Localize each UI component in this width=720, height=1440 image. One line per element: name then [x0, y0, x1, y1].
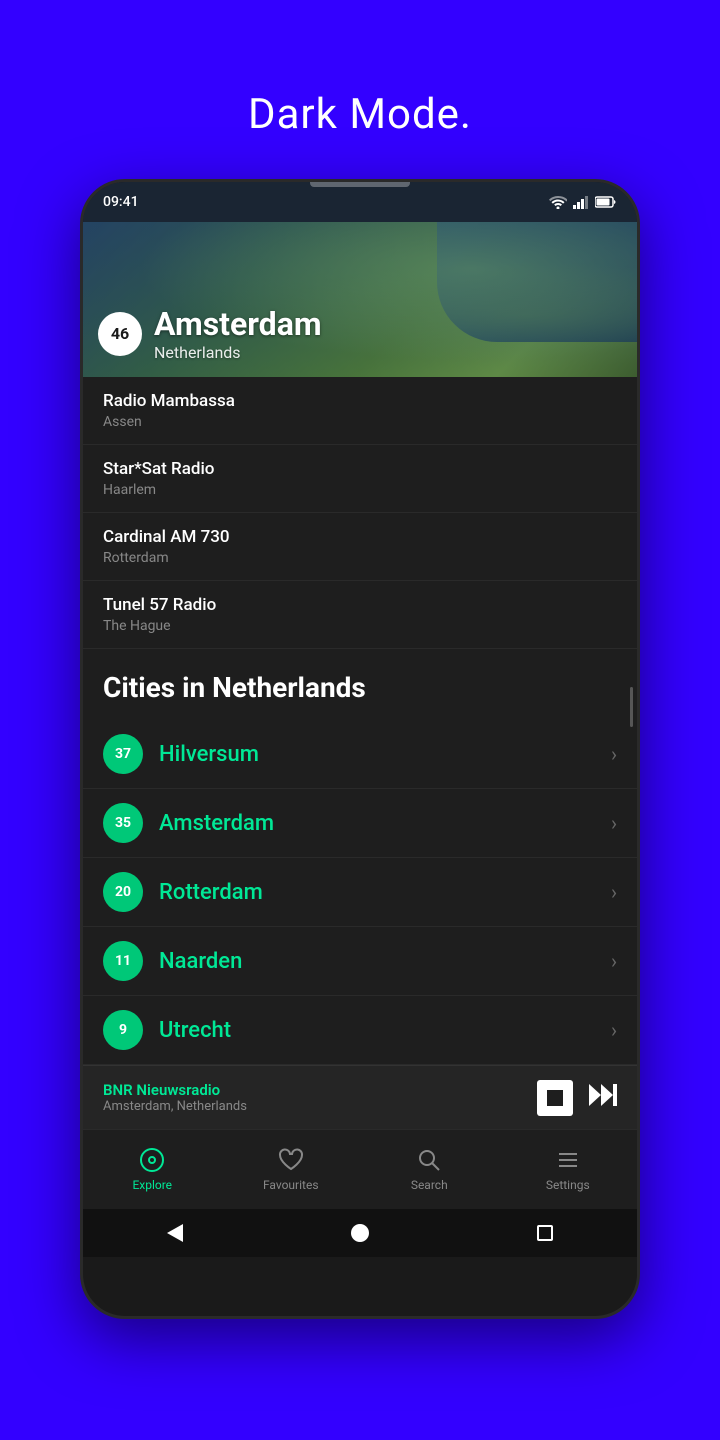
radio-city: The Hague — [103, 618, 617, 634]
now-playing-bar[interactable]: BNR Nieuwsradio Amsterdam, Netherlands — [83, 1065, 637, 1129]
back-button[interactable] — [167, 1224, 183, 1242]
city-count-badge: 11 — [103, 941, 143, 981]
city-name: Naarden — [159, 949, 611, 974]
city-name: Amsterdam — [159, 811, 611, 836]
city-item-amsterdam[interactable]: 35 Amsterdam › — [83, 789, 637, 858]
radio-city: Assen — [103, 414, 617, 430]
bottom-nav: Explore Favourites Search — [83, 1129, 637, 1209]
cities-section-title: Cities in Netherlands — [83, 649, 637, 720]
city-name: Utrecht — [159, 1018, 611, 1043]
radio-item-mambassa[interactable]: Radio Mambassa Assen — [83, 377, 637, 445]
city-name: Rotterdam — [159, 880, 611, 905]
chevron-right-icon: › — [611, 880, 617, 904]
now-playing-location: Amsterdam, Netherlands — [103, 1099, 537, 1114]
radio-name: Radio Mambassa — [103, 391, 617, 411]
radio-item-cardinal[interactable]: Cardinal AM 730 Rotterdam — [83, 513, 637, 581]
chevron-right-icon: › — [611, 1018, 617, 1042]
now-playing-name: BNR Nieuwsradio — [103, 1081, 537, 1099]
favourites-label: Favourites — [263, 1178, 319, 1192]
recents-button[interactable] — [537, 1225, 553, 1241]
radio-item-starsat[interactable]: Star*Sat Radio Haarlem — [83, 445, 637, 513]
nav-settings[interactable]: Settings — [499, 1147, 638, 1192]
radio-name: Cardinal AM 730 — [103, 527, 617, 547]
city-item-hilversum[interactable]: 37 Hilversum › — [83, 720, 637, 789]
skip-forward-icon[interactable] — [589, 1084, 617, 1112]
nav-explore[interactable]: Explore — [83, 1147, 222, 1192]
search-icon — [416, 1147, 442, 1173]
city-count-badge: 35 — [103, 803, 143, 843]
header-map: 46 Amsterdam Netherlands — [83, 222, 637, 377]
status-time: 09:41 — [103, 194, 139, 210]
status-icons — [549, 195, 617, 209]
header-country: Netherlands — [154, 343, 322, 362]
stop-button[interactable] — [537, 1080, 573, 1116]
radio-name: Tunel 57 Radio — [103, 595, 617, 615]
explore-label: Explore — [132, 1178, 172, 1192]
city-item-utrecht[interactable]: 9 Utrecht › — [83, 996, 637, 1065]
status-bar: 09:41 — [83, 182, 637, 222]
heart-icon — [278, 1147, 304, 1173]
page-title: Dark Mode. — [248, 90, 472, 139]
radio-city: Rotterdam — [103, 550, 617, 566]
city-count-badge: 9 — [103, 1010, 143, 1050]
system-nav — [83, 1209, 637, 1257]
settings-icon — [555, 1147, 581, 1173]
phone-frame: 09:41 — [80, 179, 640, 1319]
radio-city: Haarlem — [103, 482, 617, 498]
home-button[interactable] — [351, 1224, 369, 1242]
explore-icon — [139, 1147, 165, 1173]
header-city: Amsterdam — [154, 305, 322, 343]
city-count-badge: 37 — [103, 734, 143, 774]
city-badge: 46 — [98, 312, 142, 356]
city-name: Hilversum — [159, 742, 611, 767]
city-item-naarden[interactable]: 11 Naarden › — [83, 927, 637, 996]
search-label: Search — [411, 1178, 448, 1192]
city-count-badge: 20 — [103, 872, 143, 912]
chevron-right-icon: › — [611, 811, 617, 835]
chevron-right-icon: › — [611, 949, 617, 973]
radio-name: Star*Sat Radio — [103, 459, 617, 479]
settings-label: Settings — [546, 1178, 590, 1192]
city-item-rotterdam[interactable]: 20 Rotterdam › — [83, 858, 637, 927]
nav-favourites[interactable]: Favourites — [222, 1147, 361, 1192]
radio-item-tunel[interactable]: Tunel 57 Radio The Hague — [83, 581, 637, 649]
chevron-right-icon: › — [611, 742, 617, 766]
nav-search[interactable]: Search — [360, 1147, 499, 1192]
